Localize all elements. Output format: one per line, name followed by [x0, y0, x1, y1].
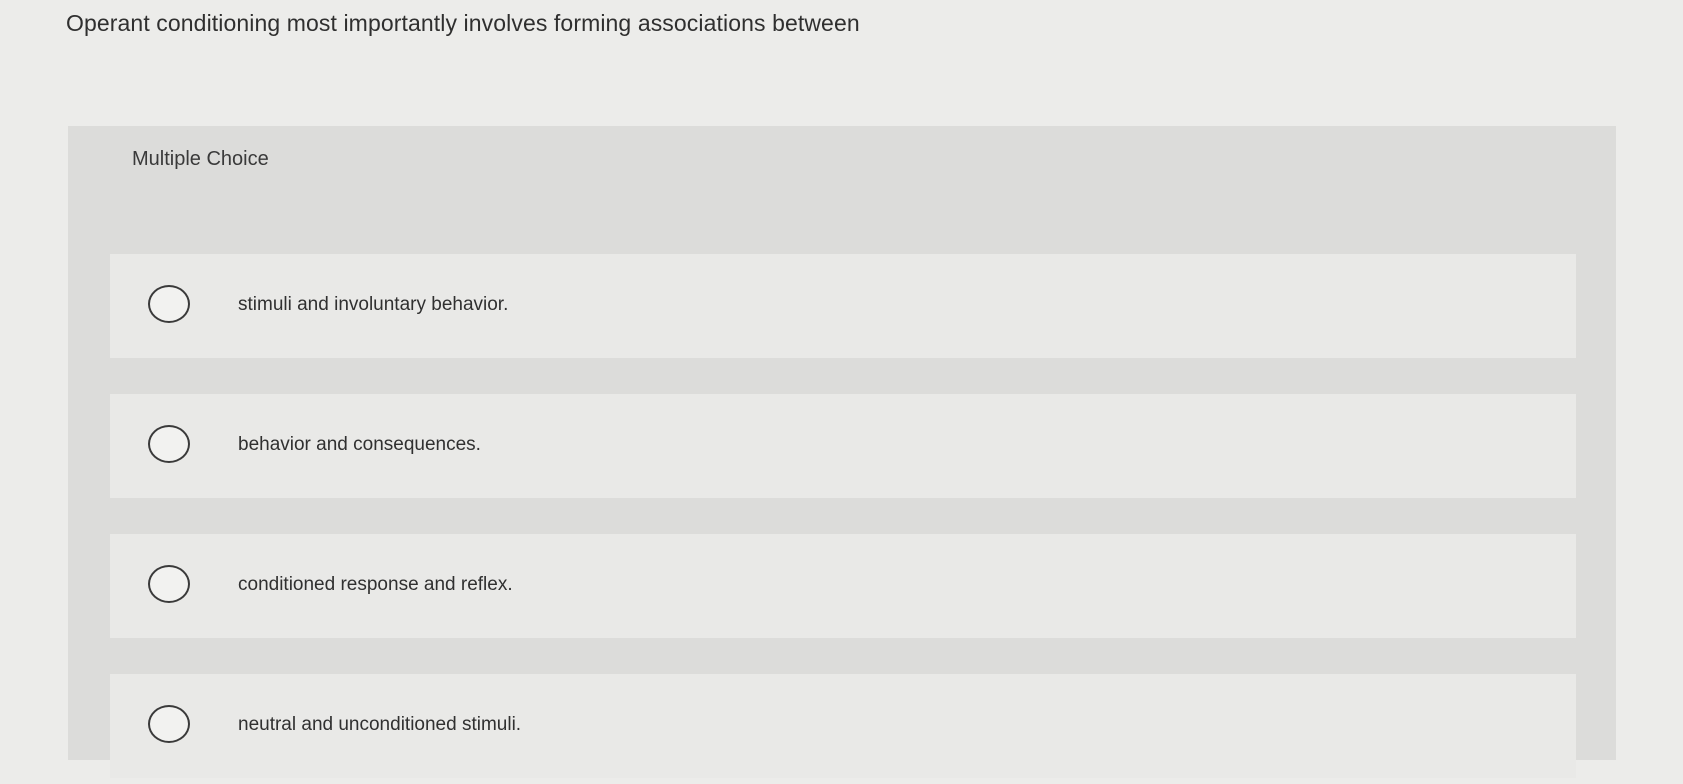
choice-option-3[interactable]: conditioned response and reflex.: [110, 534, 1576, 638]
question-type-label: Multiple Choice: [132, 148, 269, 170]
multiple-choice-panel: Multiple Choice stimuli and involuntary …: [68, 126, 1616, 778]
radio-button-icon[interactable]: [148, 565, 190, 603]
radio-button-icon[interactable]: [148, 425, 190, 463]
choice-option-4[interactable]: neutral and unconditioned stimuli.: [110, 674, 1576, 778]
radio-button-icon[interactable]: [148, 285, 190, 323]
choice-option-2[interactable]: behavior and consequences.: [110, 394, 1576, 498]
choice-label: stimuli and involuntary behavior.: [238, 293, 509, 315]
choice-list: stimuli and involuntary behavior. behavi…: [110, 254, 1576, 778]
choice-label: behavior and consequences.: [238, 433, 481, 455]
choice-label: conditioned response and reflex.: [238, 573, 513, 595]
radio-button-icon[interactable]: [148, 705, 190, 743]
question-text: Operant conditioning most importantly in…: [66, 10, 860, 36]
choice-label: neutral and unconditioned stimuli.: [238, 713, 522, 735]
choice-option-1[interactable]: stimuli and involuntary behavior.: [110, 254, 1576, 358]
